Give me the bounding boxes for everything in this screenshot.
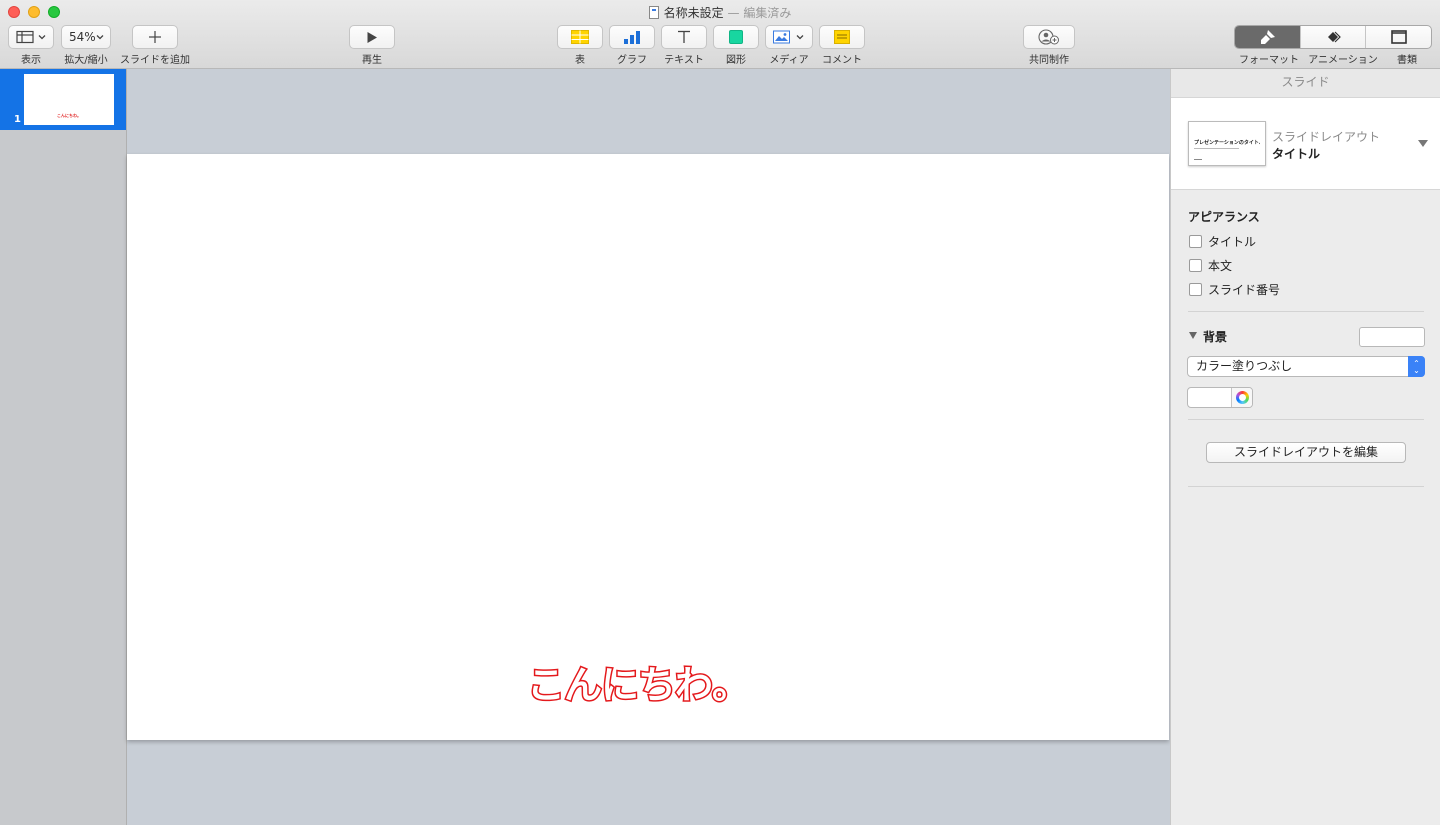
layout-thumbnail-title: プレゼンテーションのタイトル (1194, 140, 1260, 146)
comment-button[interactable] (819, 25, 865, 49)
animate-label: アニメーション (1308, 55, 1378, 66)
section-divider (1188, 419, 1424, 420)
text-label: テキスト (664, 55, 704, 66)
slide-layout-caption: スライドレイアウト (1272, 130, 1381, 144)
document-tab[interactable] (1366, 26, 1431, 48)
appearance-heading: アピアランス (1188, 210, 1260, 224)
comment-icon (834, 30, 850, 44)
image-icon (773, 30, 804, 44)
document-icon (1390, 30, 1407, 44)
text-icon (678, 30, 690, 43)
title-checkbox-row[interactable]: タイトル (1189, 233, 1256, 250)
section-divider (1188, 486, 1424, 487)
document-name: 名称未設定 (663, 6, 724, 20)
edited-status: — 編集済み (727, 6, 792, 20)
table-label: 表 (575, 55, 585, 66)
body-checkbox[interactable] (1189, 259, 1202, 272)
slide-thumbnail-image[interactable]: こんにちわ。 (24, 74, 114, 125)
diamond-animation-icon (1328, 31, 1341, 43)
shape-label: 図形 (726, 55, 746, 66)
slide-text-box[interactable]: こんにちわ。 (127, 654, 1149, 709)
fill-type-value: カラー塗りつぶし (1196, 359, 1293, 373)
body-checkbox-label: 本文 (1208, 259, 1233, 273)
layout-thumbnail-subtitle-line (1194, 148, 1239, 149)
add-person-icon (1038, 29, 1059, 45)
body-checkbox-row[interactable]: 本文 (1189, 257, 1232, 274)
background-color-well[interactable] (1187, 387, 1253, 408)
toolbar: 名称未設定 — 編集済み 表示 54% 拡大/縮小 スライドを追加 再生 表 グ… (0, 0, 1440, 69)
slide-layout-name: タイトル (1272, 147, 1321, 161)
background-heading: 背景 (1203, 330, 1228, 344)
zoom-value: 54% (69, 30, 96, 44)
color-wheel-icon (1235, 391, 1249, 404)
zoom-label: 拡大/縮小 (64, 55, 108, 66)
keynote-document-icon (648, 6, 659, 19)
window-title: 名称未設定 — 編集済み (0, 4, 1440, 21)
fill-type-select[interactable]: カラー塗りつぶし ⌃ ⌄ (1187, 356, 1425, 377)
table-button[interactable] (557, 25, 603, 49)
comment-label: コメント (822, 55, 862, 66)
view-label: 表示 (21, 55, 41, 66)
format-inspector: スライド プレゼンテーションのタイトル スライドレイアウト タイトル アピアラン… (1170, 69, 1440, 825)
table-icon (571, 30, 589, 44)
view-button[interactable] (8, 25, 54, 49)
slide-thumbnail-selected[interactable]: 1 こんにちわ。 (0, 69, 126, 130)
bar-chart-icon (624, 31, 640, 44)
sidebar-layout-icon (16, 30, 46, 44)
document-label: 書類 (1397, 55, 1417, 66)
inspector-header: スライド (1171, 69, 1440, 98)
slide-number: 1 (14, 114, 21, 125)
shape-icon (729, 30, 743, 44)
slide-number-checkbox[interactable] (1189, 283, 1202, 296)
format-tab[interactable] (1235, 26, 1301, 48)
layout-thumbnail-footer-line (1194, 159, 1202, 160)
keynote-window: 名称未設定 — 編集済み 表示 54% 拡大/縮小 スライドを追加 再生 表 グ… (0, 0, 1440, 825)
chart-label: グラフ (617, 55, 647, 66)
paintbrush-icon (1261, 30, 1276, 44)
slide-layout-picker[interactable]: プレゼンテーションのタイトル スライドレイアウト タイトル (1171, 98, 1440, 190)
title-checkbox-label: タイトル (1208, 235, 1257, 249)
slide-canvas: こんにちわ。 (127, 69, 1170, 825)
layout-dropdown-arrow-icon[interactable] (1418, 140, 1428, 147)
add-slide-button[interactable] (132, 25, 178, 49)
collaborate-button[interactable] (1023, 25, 1075, 49)
chevron-down-icon (96, 35, 104, 40)
color-wheel-button[interactable] (1231, 388, 1252, 407)
layout-thumbnail: プレゼンテーションのタイトル (1188, 121, 1266, 166)
background-preview-swatch[interactable] (1359, 327, 1425, 347)
edit-slide-layout-button[interactable]: スライドレイアウトを編集 (1206, 442, 1406, 463)
text-button[interactable] (661, 25, 707, 49)
disclosure-triangle-icon[interactable] (1189, 332, 1197, 339)
play-button[interactable] (349, 25, 395, 49)
section-divider (1188, 311, 1424, 312)
slide-number-checkbox-row[interactable]: スライド番号 (1189, 281, 1280, 298)
chart-button[interactable] (609, 25, 655, 49)
format-label: フォーマット (1239, 55, 1299, 66)
media-button[interactable] (765, 25, 813, 49)
slide-navigator: 1 こんにちわ。 (0, 69, 127, 825)
current-slide[interactable]: こんにちわ。 (127, 154, 1169, 740)
play-icon (367, 31, 377, 43)
title-checkbox[interactable] (1189, 235, 1202, 248)
add-slide-label: スライドを追加 (120, 55, 190, 66)
plus-icon (149, 31, 161, 43)
slide-thumbnail-text: こんにちわ。 (57, 113, 81, 118)
media-label: メディア (769, 55, 809, 66)
zoom-popup[interactable]: 54% (61, 25, 111, 49)
up-down-arrows-icon: ⌃ ⌄ (1408, 356, 1425, 377)
shape-button[interactable] (713, 25, 759, 49)
play-label: 再生 (362, 55, 382, 66)
slide-number-checkbox-label: スライド番号 (1208, 283, 1281, 297)
animate-tab[interactable] (1301, 26, 1367, 48)
collaborate-label: 共同制作 (1029, 55, 1069, 66)
inspector-segmented-control (1234, 25, 1432, 49)
